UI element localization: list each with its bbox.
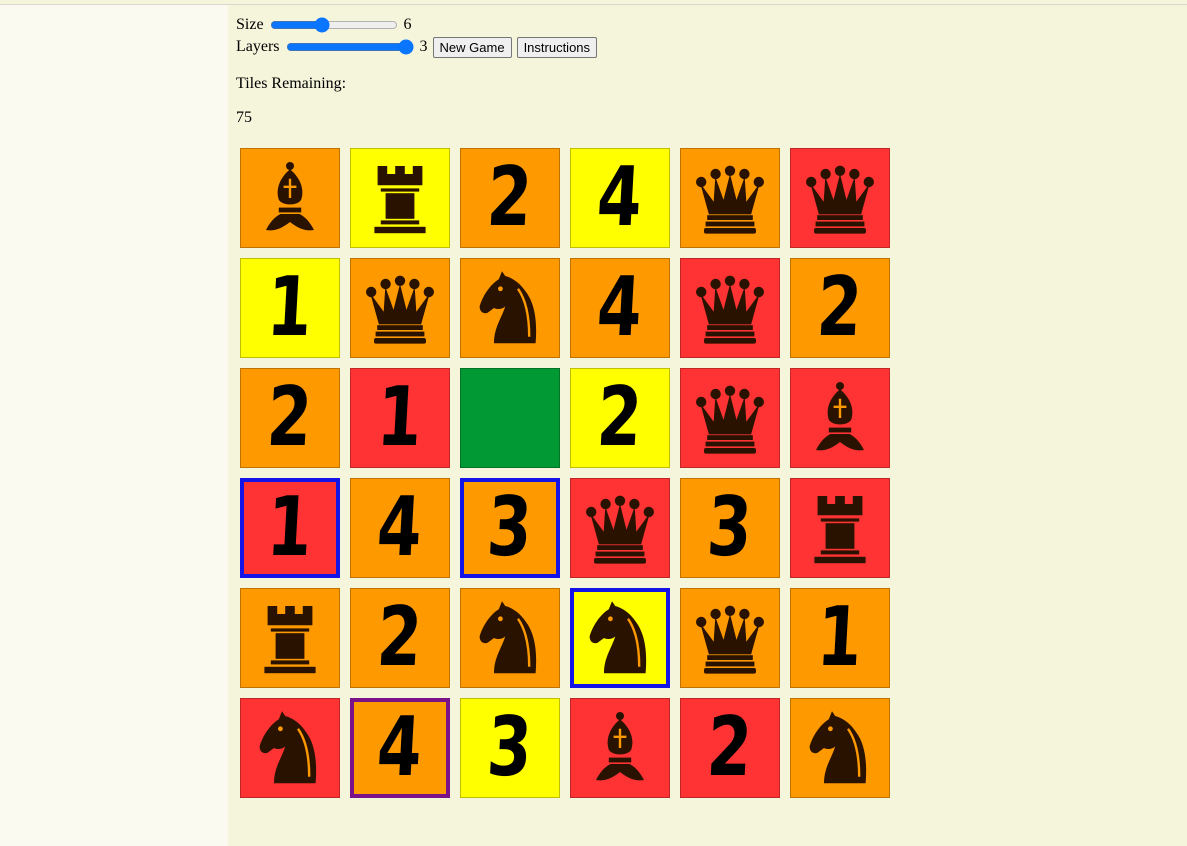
layers-label: Layers (236, 38, 280, 55)
tile-number: 3 (485, 480, 535, 575)
knight-icon (800, 708, 880, 788)
tile-number: 2 (485, 150, 535, 245)
bishop-icon (580, 708, 660, 788)
board-tile[interactable] (680, 588, 780, 688)
board-tile[interactable] (240, 148, 340, 248)
tile-number: 1 (265, 480, 315, 575)
tile-number: 2 (595, 370, 645, 465)
board-tile[interactable] (350, 148, 450, 248)
size-label: Size (236, 16, 264, 33)
board-tile[interactable]: 2 (790, 258, 890, 358)
tile-number: 1 (815, 590, 865, 685)
board-tile[interactable]: 4 (570, 258, 670, 358)
board-tile[interactable] (240, 698, 340, 798)
board-tile[interactable]: 2 (460, 148, 560, 248)
size-control: Size 6 (236, 14, 597, 36)
layers-control: Layers 3 New Game Instructions (236, 36, 598, 58)
queen-icon (690, 598, 770, 678)
tile-number: 2 (815, 260, 865, 355)
board-tile[interactable] (460, 258, 560, 358)
board-tile[interactable]: 2 (680, 698, 780, 798)
layers-value: 3 (419, 38, 428, 55)
board-tile[interactable]: 1 (240, 478, 340, 578)
tile-number: 4 (595, 150, 645, 245)
board-tile[interactable] (350, 258, 450, 358)
left-margin-panel (0, 5, 228, 846)
tile-number: 2 (265, 370, 315, 465)
size-value: 6 (403, 16, 412, 33)
knight-icon (470, 268, 550, 348)
bishop-icon (250, 158, 330, 238)
controls-panel: Size 6 Layers 3 New Game Instructions (236, 14, 598, 58)
board-tile[interactable] (240, 588, 340, 688)
queen-icon (580, 488, 660, 568)
size-slider[interactable] (269, 18, 398, 32)
board-tile[interactable]: 4 (350, 478, 450, 578)
tile-number: 3 (705, 480, 755, 575)
bishop-icon (800, 378, 880, 458)
tiles-remaining-value: 75 (236, 109, 252, 126)
board-tile[interactable]: 2 (570, 368, 670, 468)
tiles-remaining-label: Tiles Remaining: (236, 75, 347, 92)
tile-number: 4 (375, 700, 425, 795)
knight-icon (580, 598, 660, 678)
board-tile[interactable]: 2 (350, 588, 450, 688)
queen-icon (690, 378, 770, 458)
board-tile[interactable] (570, 478, 670, 578)
layers-slider[interactable] (285, 40, 414, 54)
board-tile[interactable] (790, 368, 890, 468)
board-tile[interactable]: 4 (570, 148, 670, 248)
tile-number: 4 (595, 260, 645, 355)
board-tile[interactable] (680, 258, 780, 358)
board-tile[interactable]: 1 (240, 258, 340, 358)
board-tile[interactable] (790, 478, 890, 578)
game-board: 24142212143321432 (240, 148, 890, 798)
board-tile[interactable] (680, 148, 780, 248)
tile-number: 2 (705, 700, 755, 795)
rook-icon (250, 598, 330, 678)
new-game-button[interactable]: New Game (432, 36, 512, 58)
board-tile[interactable]: 3 (460, 478, 560, 578)
knight-icon (470, 598, 550, 678)
queen-icon (690, 158, 770, 238)
tile-number: 3 (485, 700, 535, 795)
board-tile[interactable] (460, 588, 560, 688)
board-tile[interactable] (790, 698, 890, 798)
tile-number: 1 (265, 260, 315, 355)
board-tile[interactable] (680, 368, 780, 468)
tile-number: 2 (375, 590, 425, 685)
tile-number: 1 (375, 370, 425, 465)
queen-icon (800, 158, 880, 238)
board-tile[interactable]: 4 (350, 698, 450, 798)
rook-icon (360, 158, 440, 238)
board-tile[interactable]: 1 (350, 368, 450, 468)
queen-icon (360, 268, 440, 348)
board-tile[interactable] (570, 698, 670, 798)
board-tile[interactable] (460, 368, 560, 468)
board-tile[interactable]: 2 (240, 368, 340, 468)
board-tile[interactable] (790, 148, 890, 248)
board-tile[interactable]: 3 (460, 698, 560, 798)
board-tile[interactable]: 3 (680, 478, 780, 578)
rook-icon (800, 488, 880, 568)
queen-icon (690, 268, 770, 348)
knight-icon (250, 708, 330, 788)
tile-number: 4 (375, 480, 425, 575)
instructions-button[interactable]: Instructions (516, 36, 598, 58)
board-tile[interactable]: 1 (790, 588, 890, 688)
board-tile[interactable] (570, 588, 670, 688)
